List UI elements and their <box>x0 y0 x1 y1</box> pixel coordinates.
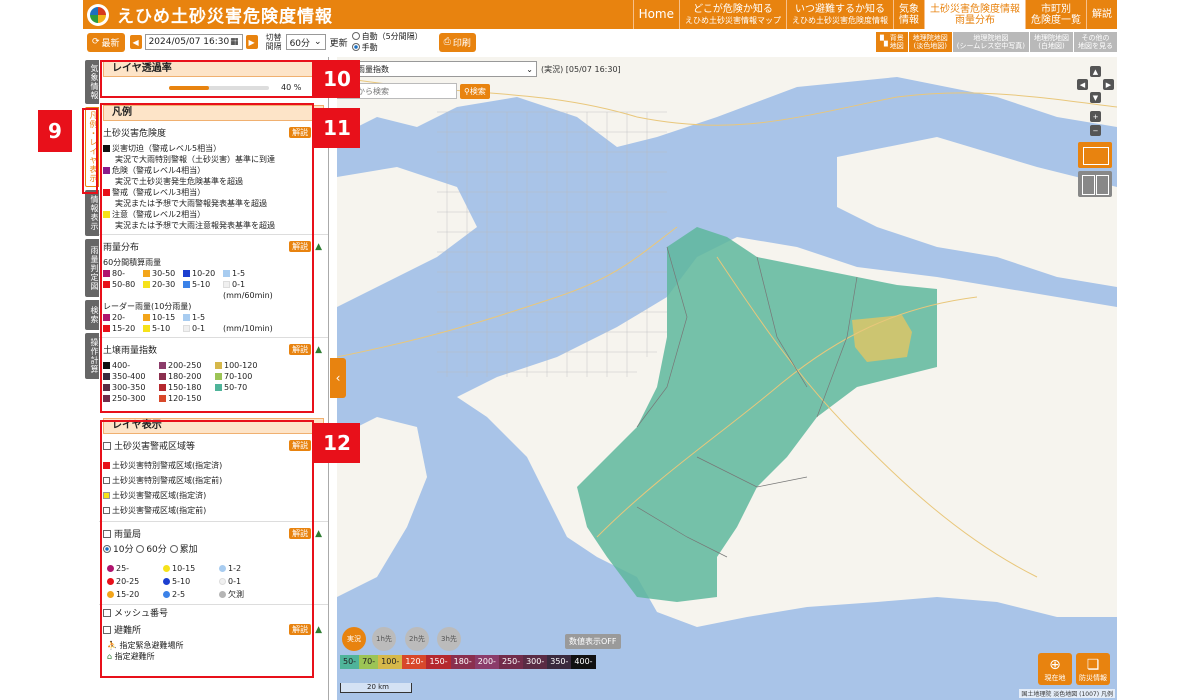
basemap-pale[interactable]: 地理院地図 (淡色地図) <box>907 32 952 52</box>
map-canvas[interactable] <box>337 57 1117 700</box>
color-bar-cell: 250- <box>498 655 524 669</box>
basemap-label: ▚ 背景 地図 <box>875 32 908 52</box>
date-time-input[interactable]: 2024/05/07 16:30 ▦ <box>144 34 243 50</box>
prev-time-button[interactable]: ◀ <box>129 35 142 49</box>
color-bar-cell: 400- <box>571 655 596 669</box>
callout-box-10 <box>100 60 314 98</box>
nav-weather-info[interactable]: 気象 情報 <box>893 0 924 29</box>
pan-left-button[interactable]: ◀ <box>1077 79 1088 90</box>
target-icon: ⊕ <box>1049 657 1061 673</box>
next-time-button[interactable]: ▶ <box>245 35 258 49</box>
collapse-icon[interactable]: ▲ <box>315 345 322 355</box>
basemap-other[interactable]: その他の 地図を見る <box>1073 32 1117 52</box>
map-status: (実況) [05/07 16:30] <box>541 64 621 74</box>
nav-hazard-map[interactable]: どこが危険か知る えひめ土砂災害情報マップ <box>679 0 786 29</box>
color-bar-cell: 180- <box>450 655 475 669</box>
interval-select[interactable]: 60分 ⌄ <box>285 34 326 50</box>
time-2h-button[interactable]: 2h先 <box>405 627 429 651</box>
zoom-out-button[interactable]: − <box>1090 125 1101 136</box>
callout-box-12 <box>100 420 314 678</box>
callout-badge-12: 12 <box>314 423 360 463</box>
tab-info-display[interactable]: 情報表示 <box>85 190 99 236</box>
nav-explanation[interactable]: 解説 <box>1086 0 1117 29</box>
collapse-icon[interactable]: ▲ <box>315 242 322 252</box>
collapse-panel-button[interactable]: ‹ <box>330 358 346 398</box>
site-title[interactable]: えひめ土砂災害危険度情報 <box>117 2 333 27</box>
basemap-blank[interactable]: 地理院地図 (白地図) <box>1029 32 1073 52</box>
update-mode-group: 自動（5分間隔） 手動 <box>351 31 423 53</box>
scale-bar: 20 km <box>340 683 412 693</box>
soil-color-bar: 50- 70- 100- 120- 150- 180- 200- 250- 300- 350- 40… <box>340 655 596 669</box>
ehime-logo-icon <box>87 3 109 26</box>
map-info-icon: ❏ <box>1086 657 1100 673</box>
current-location-button[interactable]: ⊕ 現在地 <box>1038 653 1072 685</box>
color-bar-cell: 120- <box>402 655 427 669</box>
color-bar-cell: 200- <box>474 655 499 669</box>
callout-badge-11: 11 <box>314 108 360 148</box>
refresh-icon: ⟳ <box>92 37 100 47</box>
tab-weather[interactable]: 気象情報 <box>85 60 99 104</box>
pan-up-button[interactable]: ▲ <box>1090 66 1101 77</box>
update-label: 更新 <box>329 38 348 49</box>
land-island-west <box>337 167 477 307</box>
pan-right-button[interactable]: ▶ <box>1103 79 1114 90</box>
color-bar-cell: 70- <box>359 655 379 669</box>
app-root: えひめ土砂災害危険度情報 Home どこが危険か知る えひめ土砂災害情報マップ い… <box>0 0 1200 700</box>
layer-select[interactable]: 土壌雨量指数 ⌄ <box>337 61 537 77</box>
nav-evacuation-info[interactable]: いつ避難するか知る えひめ土砂災害危険度情報 <box>786 0 893 29</box>
disaster-info-button[interactable]: ❏ 防災情報 <box>1076 653 1110 685</box>
collapse-icon[interactable]: ▲ <box>315 625 322 635</box>
numeric-display-toggle[interactable]: 数値表示OFF <box>565 634 621 649</box>
time-now-button[interactable]: 実況 <box>342 627 366 651</box>
split-view-icon[interactable] <box>1078 171 1112 197</box>
map-toolbar: 土壌雨量指数 ⌄ (実況) [05/07 16:30] <box>337 61 621 77</box>
callout-box-11 <box>100 103 314 413</box>
map-icon: ▚ <box>880 36 888 47</box>
basemap-photo[interactable]: 地理院地図 (シームレス空中写真) <box>951 32 1029 52</box>
land-north-east <box>837 137 1117 287</box>
tab-operation[interactable]: 操作計算 <box>85 333 99 379</box>
zoom-in-button[interactable]: + <box>1090 111 1101 122</box>
callout-box-9 <box>82 108 98 194</box>
pan-down-button[interactable]: ▼ <box>1090 92 1101 103</box>
chevron-left-icon: ‹ <box>335 371 341 385</box>
collapse-icon[interactable]: ▲ <box>315 529 322 539</box>
tab-rain-chart[interactable]: 雨量判定図 <box>85 239 99 297</box>
calendar-icon: ▦ <box>230 37 239 47</box>
color-bar-cell: 100- <box>378 655 403 669</box>
refresh-button[interactable]: ⟳ 最新 <box>87 32 125 52</box>
address-search-button[interactable]: ⚲検索 <box>460 83 490 99</box>
callout-badge-9: 9 <box>38 110 72 152</box>
header-bar: えひめ土砂災害危険度情報 Home どこが危険か知る えひめ土砂災害情報マップ い… <box>83 0 1117 29</box>
main-nav: Home どこが危険か知る えひめ土砂災害情報マップ いつ避難するか知る えひめ土砂… <box>632 0 1117 29</box>
color-bar-cell: 150- <box>426 655 451 669</box>
interval-label: 切替 間隔 <box>265 33 282 51</box>
single-view-icon[interactable] <box>1078 142 1112 168</box>
callout-badge-10: 10 <box>314 60 360 98</box>
nav-danger-rain[interactable]: 土砂災害危険度情報 雨量分布 <box>924 0 1025 29</box>
basemap-tabs: ▚ 背景 地図 地理院地図 (淡色地図) 地理院地図 (シームレス空中写真) 地理院地… <box>875 32 1117 52</box>
nav-municipal-list[interactable]: 市町別 危険度一覧 <box>1025 0 1086 29</box>
print-icon: ⎙ <box>443 37 451 47</box>
manual-update-radio[interactable]: 手動 <box>351 42 423 53</box>
chevron-down-icon: ⌄ <box>526 64 533 74</box>
map-attribution[interactable]: 国土地理院 淡色地図 (1007) 凡例 <box>1019 689 1115 698</box>
print-button[interactable]: ⎙ 印刷 <box>438 32 476 52</box>
color-bar-cell: 300- <box>523 655 548 669</box>
toolbar: ⟳ 最新 ◀ 2024/05/07 16:30 ▦ ▶ 切替 間隔 60分 ⌄ 更… <box>83 29 1117 55</box>
nav-home[interactable]: Home <box>632 0 679 29</box>
time-1h-button[interactable]: 1h先 <box>372 627 396 651</box>
color-bar-cell: 350- <box>547 655 572 669</box>
chevron-down-icon: ⌄ <box>314 37 322 47</box>
time-3h-button[interactable]: 3h先 <box>437 627 461 651</box>
auto-update-radio[interactable]: 自動（5分間隔） <box>351 31 423 42</box>
tab-search[interactable]: 検索 <box>85 300 99 330</box>
map-view[interactable]: 土壌雨量指数 ⌄ (実況) [05/07 16:30] ⚲検索 ▲ ◀ ▶ ▼ … <box>337 57 1117 700</box>
color-bar-cell: 50- <box>340 655 360 669</box>
